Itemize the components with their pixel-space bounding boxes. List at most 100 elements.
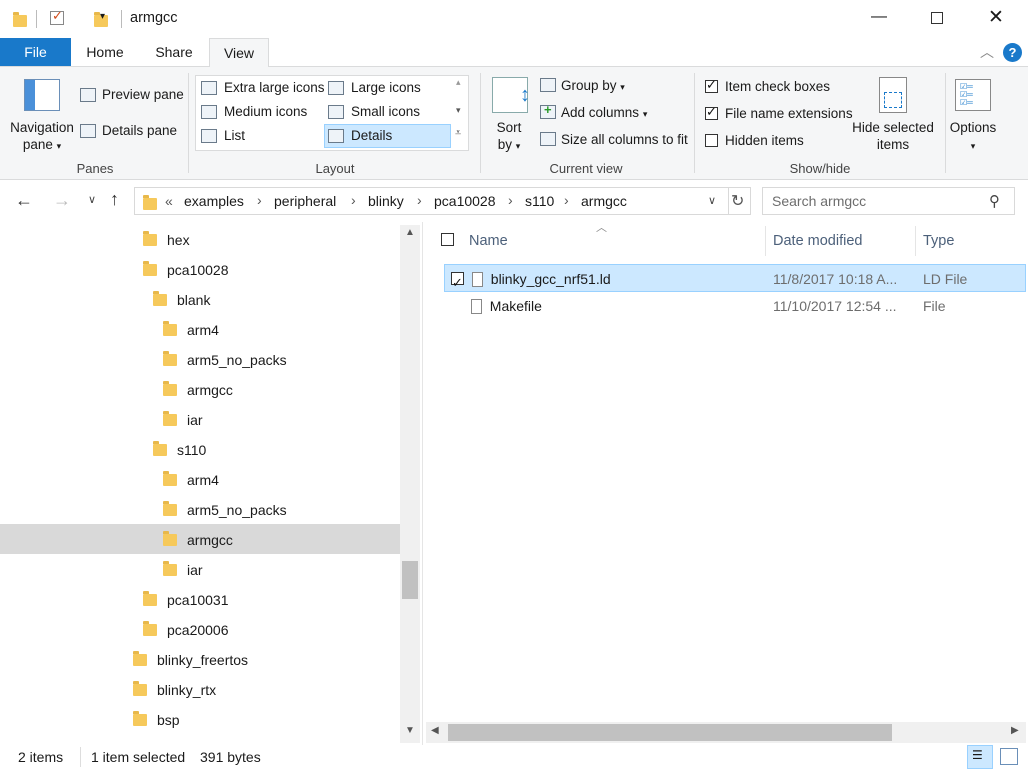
breadcrumb-blinky[interactable]: blinky (368, 193, 404, 209)
sort-by-button[interactable]: Sort by ▾ (488, 119, 530, 155)
help-icon[interactable]: ? (1003, 43, 1022, 62)
breadcrumb-separator-icon[interactable]: › (508, 192, 513, 208)
options-button[interactable]: Options ▾ (945, 119, 1001, 155)
breadcrumb-overflow[interactable]: « (165, 193, 173, 209)
file-name-extensions-checkbox[interactable] (705, 104, 718, 120)
options-icon[interactable]: ☑═ ☑═ ☑═ (955, 79, 991, 111)
navigation-pane-button[interactable]: Navigation pane ▾ (6, 119, 78, 155)
tree-item-label: arm4 (187, 472, 219, 488)
scroll-right-icon[interactable]: ▶ (1011, 725, 1019, 736)
tree-item-iar[interactable]: iar (163, 555, 203, 585)
tree-item-pca10031[interactable]: pca10031 (143, 585, 229, 615)
tab-home[interactable]: Home (71, 38, 139, 66)
group-by-button[interactable]: Group by ▾ (561, 78, 625, 93)
gallery-more-icon[interactable]: ⩡ (455, 127, 461, 140)
tree-item-label: pca20006 (167, 622, 229, 638)
tab-view[interactable]: View (209, 38, 269, 67)
tab-file[interactable]: File (0, 38, 71, 66)
tree-scrollbar[interactable]: ▲ ▼ (400, 225, 420, 743)
scroll-left-icon[interactable]: ◀ (431, 725, 439, 736)
collapse-ribbon-icon[interactable]: ︿ (980, 42, 994, 62)
list-option[interactable]: List (224, 128, 245, 143)
up-button[interactable]: ↑ (110, 189, 119, 210)
back-button[interactable]: ← (15, 190, 33, 211)
add-columns-button[interactable]: Add columns ▾ (561, 105, 647, 120)
tree-item-label: arm4 (187, 322, 219, 338)
details-view-button[interactable]: ☰ (967, 745, 993, 769)
hscrollbar-thumb[interactable] (448, 724, 892, 741)
extra-large-icons-option[interactable]: Extra large icons (224, 80, 325, 95)
breadcrumb-armgcc[interactable]: armgcc (581, 193, 627, 209)
select-all-checkbox[interactable] (441, 233, 454, 246)
column-header-name[interactable]: Name (469, 226, 508, 256)
address-dropdown-icon[interactable]: ∨ (708, 194, 716, 207)
breadcrumb-examples[interactable]: examples (184, 193, 244, 209)
tree-item-bsp[interactable]: bsp (133, 705, 180, 735)
file-list-hscrollbar[interactable]: ◀ ▶ (426, 722, 1026, 743)
tree-item-s110[interactable]: s110 (153, 435, 206, 465)
breadcrumb-separator-icon[interactable]: › (257, 192, 262, 208)
tree-item-iar[interactable]: iar (163, 405, 203, 435)
breadcrumb-pca10028[interactable]: pca10028 (434, 193, 496, 209)
item-check-boxes-label[interactable]: Item check boxes (725, 79, 830, 94)
details-pane-button[interactable]: Details pane (102, 123, 177, 138)
file-row-checkbox[interactable] (451, 269, 464, 297)
tree-item-arm5-no-packs[interactable]: arm5_no_packs (163, 495, 287, 525)
minimize-button[interactable]: — (871, 8, 887, 26)
tree-item-pca20006[interactable]: pca20006 (143, 615, 229, 645)
tree-item-blinky-rtx[interactable]: blinky_rtx (133, 675, 216, 705)
breadcrumb-s110[interactable]: s110 (525, 193, 554, 209)
breadcrumb-separator-icon[interactable]: › (417, 192, 422, 208)
hide-selected-button[interactable]: Hide selected items (848, 119, 938, 153)
tree-item-blinky-freertos[interactable]: blinky_freertos (133, 645, 248, 675)
navigation-pane-icon[interactable] (24, 79, 60, 111)
hidden-items-label[interactable]: Hidden items (725, 133, 804, 148)
column-header-type[interactable]: Type (923, 226, 954, 256)
tree-item-arm4[interactable]: arm4 (163, 465, 219, 495)
hide-selected-icon[interactable] (879, 77, 907, 113)
small-icons-option[interactable]: Small icons (351, 104, 420, 119)
breadcrumb-separator-icon[interactable]: › (351, 192, 356, 208)
sort-by-icon[interactable]: ↕ (492, 77, 530, 113)
search-input[interactable]: Search armgcc (772, 193, 866, 209)
hidden-items-checkbox[interactable] (705, 134, 718, 147)
search-icon[interactable]: ⚲ (989, 192, 1000, 210)
medium-icons-option[interactable]: Medium icons (224, 104, 307, 119)
tree-item-hex[interactable]: hex (143, 225, 190, 255)
refresh-button[interactable]: ↻ (731, 191, 744, 211)
tree-scrollbar-thumb[interactable] (402, 561, 418, 599)
recent-locations-icon[interactable]: ∨ (88, 193, 96, 206)
tree-item-pca10028[interactable]: pca10028 (143, 255, 229, 285)
quick-access-dropdown-icon[interactable]: ▾ (100, 11, 105, 22)
column-header-date[interactable]: Date modified (773, 226, 862, 256)
tree-item-armgcc-selected[interactable]: armgcc (163, 525, 233, 555)
large-icons-view-button[interactable] (1000, 748, 1018, 765)
search-box[interactable]: Search armgcc ⚲ (762, 187, 1015, 215)
tree-item-arm4[interactable]: arm4 (163, 315, 219, 345)
file-row[interactable]: Makefile 11/10/2017 12:54 ... File (444, 292, 1026, 320)
gallery-down-icon[interactable]: ▾ (456, 105, 461, 116)
scroll-up-icon[interactable]: ▲ (405, 227, 415, 238)
address-bar[interactable]: « examples › peripheral › blinky › pca10… (134, 187, 751, 215)
details-option[interactable]: Details (351, 128, 392, 143)
breadcrumb-separator-icon[interactable]: › (564, 192, 569, 208)
list-icon (201, 129, 217, 143)
file-name-extensions-label[interactable]: File name extensions (725, 106, 853, 121)
breadcrumb-peripheral[interactable]: peripheral (274, 193, 336, 209)
size-all-columns-button[interactable]: Size all columns to fit (561, 132, 688, 147)
maximize-button[interactable] (931, 12, 943, 24)
gallery-up-icon[interactable]: ▴ (456, 77, 461, 88)
large-icons-option[interactable]: Large icons (351, 80, 421, 95)
tab-share[interactable]: Share (140, 38, 208, 66)
divider (694, 73, 695, 173)
tree-item-blank[interactable]: blank (153, 285, 210, 315)
file-row[interactable]: blinky_gcc_nrf51.ld 11/8/2017 10:18 A...… (444, 264, 1026, 297)
properties-icon[interactable]: ✓ (50, 8, 64, 25)
tree-item-arm5-no-packs[interactable]: arm5_no_packs (163, 345, 287, 375)
item-check-boxes-checkbox[interactable] (705, 77, 718, 93)
forward-button[interactable]: → (53, 190, 71, 211)
preview-pane-button[interactable]: Preview pane (102, 87, 184, 102)
tree-item-armgcc[interactable]: armgcc (163, 375, 233, 405)
close-button[interactable]: ✕ (988, 6, 1004, 29)
scroll-down-icon[interactable]: ▼ (405, 725, 415, 736)
